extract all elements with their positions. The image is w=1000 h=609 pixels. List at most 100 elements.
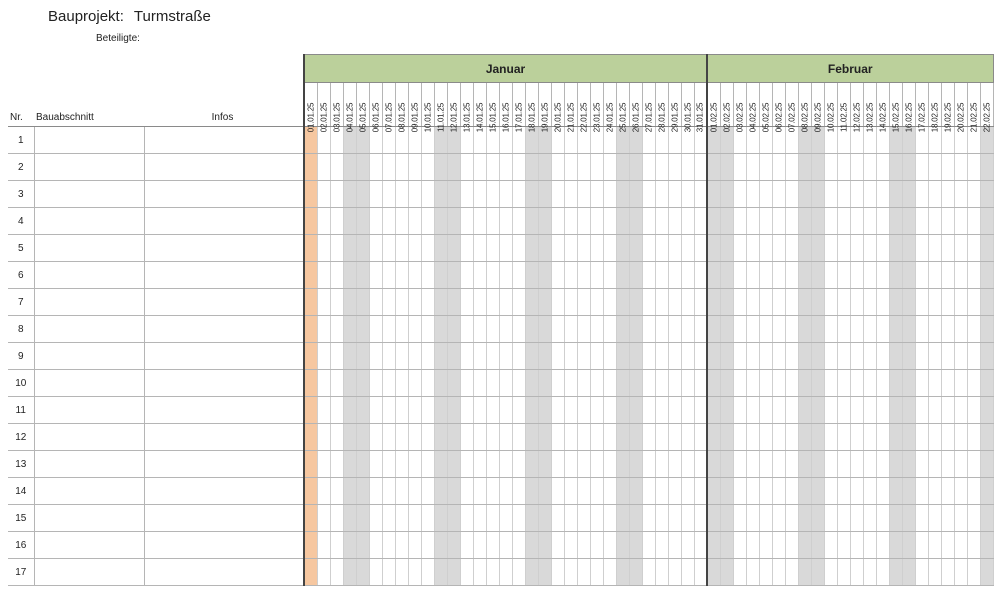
gantt-cell[interactable] <box>915 235 928 262</box>
gantt-cell[interactable] <box>304 154 317 181</box>
gantt-cell[interactable] <box>785 397 798 424</box>
gantt-cell[interactable] <box>551 397 564 424</box>
section-cell[interactable] <box>34 154 144 181</box>
gantt-cell[interactable] <box>642 559 655 586</box>
gantt-cell[interactable] <box>759 370 772 397</box>
gantt-cell[interactable] <box>343 343 356 370</box>
gantt-cell[interactable] <box>434 316 447 343</box>
gantt-cell[interactable] <box>824 262 837 289</box>
gantt-cell[interactable] <box>343 370 356 397</box>
gantt-cell[interactable] <box>876 424 889 451</box>
gantt-cell[interactable] <box>889 262 902 289</box>
gantt-cell[interactable] <box>655 478 668 505</box>
gantt-cell[interactable] <box>382 262 395 289</box>
gantt-cell[interactable] <box>655 154 668 181</box>
info-cell[interactable] <box>144 424 304 451</box>
gantt-cell[interactable] <box>954 181 967 208</box>
gantt-cell[interactable] <box>941 559 954 586</box>
gantt-cell[interactable] <box>681 370 694 397</box>
gantt-cell[interactable] <box>616 343 629 370</box>
gantt-cell[interactable] <box>590 478 603 505</box>
gantt-cell[interactable] <box>837 397 850 424</box>
gantt-cell[interactable] <box>382 478 395 505</box>
gantt-cell[interactable] <box>655 397 668 424</box>
gantt-cell[interactable] <box>603 478 616 505</box>
gantt-cell[interactable] <box>928 532 941 559</box>
gantt-cell[interactable] <box>512 424 525 451</box>
gantt-cell[interactable] <box>785 208 798 235</box>
gantt-cell[interactable] <box>343 235 356 262</box>
gantt-cell[interactable] <box>863 343 876 370</box>
gantt-cell[interactable] <box>850 262 863 289</box>
gantt-cell[interactable] <box>967 532 980 559</box>
gantt-cell[interactable] <box>564 559 577 586</box>
gantt-cell[interactable] <box>499 343 512 370</box>
gantt-cell[interactable] <box>317 262 330 289</box>
gantt-cell[interactable] <box>447 343 460 370</box>
gantt-cell[interactable] <box>577 262 590 289</box>
gantt-cell[interactable] <box>915 451 928 478</box>
gantt-cell[interactable] <box>551 478 564 505</box>
gantt-cell[interactable] <box>759 532 772 559</box>
gantt-cell[interactable] <box>382 343 395 370</box>
gantt-cell[interactable] <box>785 424 798 451</box>
gantt-cell[interactable] <box>668 397 681 424</box>
gantt-cell[interactable] <box>668 478 681 505</box>
gantt-cell[interactable] <box>499 316 512 343</box>
gantt-cell[interactable] <box>473 451 486 478</box>
gantt-cell[interactable] <box>967 370 980 397</box>
gantt-cell[interactable] <box>941 451 954 478</box>
gantt-cell[interactable] <box>512 289 525 316</box>
gantt-cell[interactable] <box>395 262 408 289</box>
gantt-cell[interactable] <box>954 478 967 505</box>
gantt-cell[interactable] <box>486 559 499 586</box>
gantt-cell[interactable] <box>408 343 421 370</box>
gantt-cell[interactable] <box>902 451 915 478</box>
gantt-cell[interactable] <box>343 181 356 208</box>
gantt-cell[interactable] <box>304 316 317 343</box>
gantt-cell[interactable] <box>343 451 356 478</box>
gantt-cell[interactable] <box>447 397 460 424</box>
gantt-cell[interactable] <box>343 262 356 289</box>
gantt-cell[interactable] <box>603 262 616 289</box>
gantt-cell[interactable] <box>668 424 681 451</box>
gantt-cell[interactable] <box>980 154 993 181</box>
gantt-cell[interactable] <box>759 262 772 289</box>
gantt-cell[interactable] <box>954 316 967 343</box>
gantt-cell[interactable] <box>590 235 603 262</box>
gantt-cell[interactable] <box>590 343 603 370</box>
gantt-cell[interactable] <box>304 478 317 505</box>
gantt-cell[interactable] <box>512 478 525 505</box>
gantt-cell[interactable] <box>837 451 850 478</box>
gantt-cell[interactable] <box>707 208 720 235</box>
gantt-cell[interactable] <box>421 505 434 532</box>
gantt-cell[interactable] <box>408 532 421 559</box>
gantt-cell[interactable] <box>954 559 967 586</box>
gantt-cell[interactable] <box>486 289 499 316</box>
gantt-cell[interactable] <box>668 505 681 532</box>
gantt-cell[interactable] <box>564 451 577 478</box>
gantt-cell[interactable] <box>980 208 993 235</box>
gantt-cell[interactable] <box>694 154 707 181</box>
gantt-cell[interactable] <box>681 262 694 289</box>
gantt-cell[interactable] <box>811 505 824 532</box>
gantt-cell[interactable] <box>746 262 759 289</box>
gantt-cell[interactable] <box>746 532 759 559</box>
gantt-cell[interactable] <box>551 262 564 289</box>
gantt-cell[interactable] <box>382 154 395 181</box>
gantt-cell[interactable] <box>746 397 759 424</box>
gantt-cell[interactable] <box>798 208 811 235</box>
gantt-cell[interactable] <box>954 451 967 478</box>
gantt-cell[interactable] <box>473 343 486 370</box>
gantt-cell[interactable] <box>837 505 850 532</box>
gantt-cell[interactable] <box>512 343 525 370</box>
gantt-cell[interactable] <box>551 181 564 208</box>
gantt-cell[interactable] <box>330 208 343 235</box>
gantt-cell[interactable] <box>616 262 629 289</box>
gantt-cell[interactable] <box>811 181 824 208</box>
gantt-cell[interactable] <box>408 397 421 424</box>
gantt-cell[interactable] <box>928 343 941 370</box>
gantt-cell[interactable] <box>681 235 694 262</box>
gantt-cell[interactable] <box>954 343 967 370</box>
gantt-cell[interactable] <box>811 208 824 235</box>
